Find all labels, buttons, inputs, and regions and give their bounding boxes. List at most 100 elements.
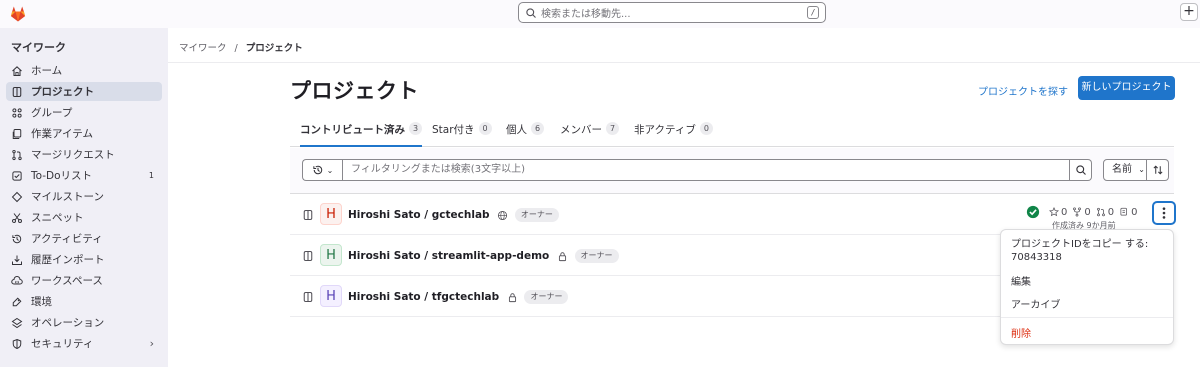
search-icon bbox=[526, 7, 536, 18]
project-icon bbox=[303, 209, 313, 221]
project-actions-dropdown: プロジェクトIDをコピー する: 70843318 編集 アーカイブ 削除 bbox=[1000, 229, 1174, 345]
sidebar-item-workspaces[interactable]: ワークスペース bbox=[6, 271, 162, 290]
sort-field-dropdown[interactable]: 名前 ⌄ bbox=[1103, 159, 1147, 181]
tab-label: メンバー bbox=[560, 124, 602, 136]
tab-member[interactable]: メンバー 7 bbox=[560, 122, 620, 147]
sort-direction-button[interactable] bbox=[1147, 159, 1169, 181]
role-badge: オーナー bbox=[524, 290, 569, 304]
history-icon bbox=[312, 165, 322, 175]
fork-icon bbox=[1073, 207, 1082, 217]
project-name-link[interactable]: Hiroshi Sato / tfgctechlab bbox=[348, 291, 499, 303]
search-placeholder: 検索または移動先... bbox=[541, 9, 631, 20]
sidebar-item-label: マイルストーン bbox=[31, 191, 104, 203]
chevron-right-icon: › bbox=[149, 337, 154, 350]
copy-id-label: プロジェクトIDをコピー する: bbox=[1011, 239, 1149, 250]
gitlab-logo-icon[interactable] bbox=[8, 4, 28, 24]
issues-count[interactable]: 0 bbox=[1119, 206, 1138, 218]
page-title: プロジェクト bbox=[290, 79, 419, 103]
sidebar-item-snippets[interactable]: スニペット bbox=[6, 208, 162, 227]
sidebar-item-label: オペレーション bbox=[31, 317, 105, 329]
sidebar-item-activity[interactable]: アクティビティ bbox=[6, 229, 162, 248]
tab-personal[interactable]: 個人 6 bbox=[506, 122, 545, 147]
sidebar-item-milestones[interactable]: マイルストーン bbox=[6, 187, 162, 206]
tab-contributed[interactable]: コントリビュート済み 3 bbox=[300, 122, 423, 147]
lock-icon bbox=[508, 292, 516, 302]
import-icon bbox=[11, 254, 23, 266]
project-name-line: Hiroshi Sato / gctechlab オーナー bbox=[348, 208, 559, 222]
sort-field-label: 名前 bbox=[1112, 164, 1132, 175]
sidebar-item-label: To-Doリスト bbox=[31, 170, 93, 182]
sidebar-item-operations[interactable]: オペレーション bbox=[6, 313, 162, 332]
project-stats: 0 0 0 0 bbox=[1026, 205, 1138, 219]
sidebar-item-work-items[interactable]: 作業アイテム bbox=[6, 124, 162, 143]
sidebar-item-security[interactable]: セキュリティ › bbox=[6, 334, 162, 353]
tab-label: コントリビュート済み bbox=[300, 124, 405, 136]
project-avatar[interactable]: H bbox=[320, 285, 342, 307]
delete-item[interactable]: 削除 bbox=[1011, 325, 1031, 340]
sidebar: マイワーク ホーム プロジェクト グループ 作業アイテム マージリクエスト To… bbox=[0, 28, 168, 367]
project-name-link[interactable]: Hiroshi Sato / gctechlab bbox=[348, 209, 490, 221]
project-tabs: コントリビュート済み 3 Star付き 0 個人 6 メンバー 7 非アクティブ… bbox=[290, 118, 1174, 147]
copy-project-id-item[interactable]: プロジェクトIDをコピー する: 70843318 bbox=[1011, 238, 1167, 264]
project-icon bbox=[11, 86, 23, 98]
sidebar-item-import-history[interactable]: 履歴インポート bbox=[6, 250, 162, 269]
breadcrumb-divider bbox=[168, 62, 1200, 63]
create-new-button[interactable]: + bbox=[1180, 3, 1198, 21]
merge-requests-count[interactable]: 0 bbox=[1096, 207, 1114, 218]
breadcrumb: マイワーク / プロジェクト bbox=[179, 40, 303, 54]
sidebar-item-label: スニペット bbox=[31, 212, 84, 224]
environment-icon bbox=[11, 296, 23, 308]
issues-value: 0 bbox=[1131, 206, 1138, 218]
project-id-value: 70843318 bbox=[1011, 252, 1062, 263]
tab-count-badge: 3 bbox=[409, 122, 423, 135]
project-actions-button[interactable] bbox=[1152, 201, 1176, 225]
todo-icon bbox=[11, 170, 23, 182]
project-avatar[interactable]: H bbox=[320, 244, 342, 266]
project-avatar[interactable]: H bbox=[320, 203, 342, 225]
tab-count-badge: 7 bbox=[606, 122, 620, 135]
snippet-icon bbox=[11, 212, 23, 224]
tab-count-badge: 0 bbox=[478, 122, 492, 135]
issues-icon bbox=[1120, 207, 1127, 216]
chevron-down-icon: ⌄ bbox=[326, 165, 334, 175]
sidebar-item-home[interactable]: ホーム bbox=[6, 61, 162, 80]
forks-count[interactable]: 0 bbox=[1072, 207, 1091, 218]
sidebar-item-environments[interactable]: 環境 bbox=[6, 292, 162, 311]
filter-search-button[interactable] bbox=[1070, 159, 1092, 181]
sort-direction-icon bbox=[1153, 165, 1162, 175]
edit-item[interactable]: 編集 bbox=[1011, 273, 1031, 288]
tab-count-badge: 6 bbox=[531, 122, 545, 135]
breadcrumb-current[interactable]: プロジェクト bbox=[246, 43, 303, 54]
sidebar-item-todo[interactable]: To-Doリスト 1 bbox=[6, 166, 162, 185]
explore-projects-link[interactable]: プロジェクトを探す bbox=[978, 83, 1068, 98]
activity-icon bbox=[11, 233, 23, 245]
sidebar-item-label: グループ bbox=[31, 107, 73, 119]
sidebar-item-projects[interactable]: プロジェクト bbox=[6, 82, 162, 101]
sidebar-item-groups[interactable]: グループ bbox=[6, 103, 162, 122]
recent-searches-button[interactable]: ⌄ bbox=[302, 159, 342, 181]
archive-item[interactable]: アーカイブ bbox=[1011, 296, 1060, 311]
tab-inactive[interactable]: 非アクティブ 0 bbox=[634, 122, 713, 147]
shield-icon bbox=[11, 338, 23, 350]
tab-count-badge: 0 bbox=[699, 122, 713, 135]
search-shortcut-key: / bbox=[807, 6, 819, 19]
merge-request-icon bbox=[11, 149, 23, 161]
global-search-input[interactable]: 検索または移動先... / bbox=[518, 2, 826, 23]
breadcrumb-parent-link[interactable]: マイワーク bbox=[179, 43, 227, 54]
work-items-icon bbox=[11, 128, 23, 140]
merge-requests-value: 0 bbox=[1107, 206, 1115, 218]
filter-search-input[interactable]: フィルタリングまたは検索(3文字以上) bbox=[342, 159, 1070, 181]
pipeline-success-icon[interactable] bbox=[1026, 205, 1040, 219]
sidebar-item-label: 履歴インポート bbox=[31, 254, 105, 266]
sidebar-item-merge-requests[interactable]: マージリクエスト bbox=[6, 145, 162, 164]
stars-count[interactable]: 0 bbox=[1049, 207, 1067, 218]
new-project-button[interactable]: 新しいプロジェクト bbox=[1078, 76, 1175, 100]
stars-value: 0 bbox=[1061, 206, 1068, 218]
tab-starred[interactable]: Star付き 0 bbox=[432, 122, 492, 147]
kebab-menu-icon bbox=[1162, 207, 1166, 219]
sidebar-item-label: ワークスペース bbox=[31, 275, 103, 287]
project-name-link[interactable]: Hiroshi Sato / streamlit-app-demo bbox=[348, 250, 549, 262]
sidebar-item-label: アクティビティ bbox=[31, 233, 103, 245]
workspace-icon bbox=[11, 275, 23, 287]
project-name-line: Hiroshi Sato / tfgctechlab オーナー bbox=[348, 290, 569, 304]
